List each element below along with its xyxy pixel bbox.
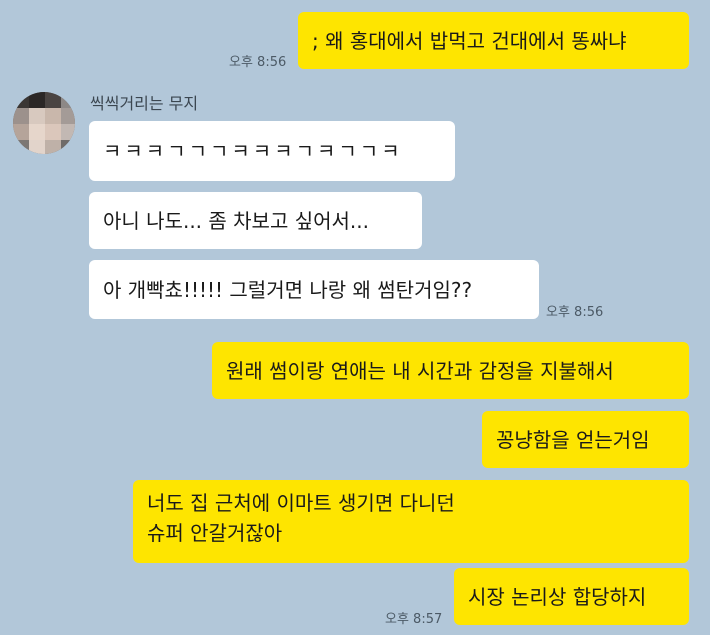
message-text: 아 개빡쵸!!!!! 그럴거면 나랑 왜 썸탄거임?? [103,277,473,302]
message-text: ; 왜 홍대에서 밥먹고 건대에서 똥싸냐 [312,28,627,53]
their-message-bubble[interactable]: 아 개빡쵸!!!!! 그럴거면 나랑 왜 썸탄거임?? [89,260,539,319]
my-message-bubble[interactable]: 원래 썸이랑 연애는 내 시간과 감정을 지불해서 [212,342,689,399]
my-message-bubble[interactable]: ; 왜 홍대에서 밥먹고 건대에서 똥싸냐 [298,12,689,69]
my-message-bubble[interactable]: 시장 논리상 합당하지 [454,568,689,625]
message-timestamp: 오후 8:56 [229,55,287,70]
their-message-bubble[interactable]: ㅋㅋㅋㄱㄱㄱㅋㅋㅋㄱㅋㄱㄱㅋ [89,121,455,181]
message-text: 시장 논리상 합당하지 [468,584,647,609]
message-text: 원래 썸이랑 연애는 내 시간과 감정을 지불해서 [226,358,614,383]
message-timestamp: 오후 8:56 [546,305,604,320]
their-message-bubble[interactable]: 아니 나도... 좀 차보고 싶어서... [89,192,422,249]
message-text: 너도 집 근처에 이마트 생기면 다니던 슈퍼 안갈거잖아 [147,491,455,545]
sender-name: 씩씩거리는 무지 [90,94,199,113]
my-message-bubble[interactable]: 꽁냥함을 얻는거임 [482,411,689,468]
message-text: 아니 나도... 좀 차보고 싶어서... [103,208,369,233]
pixelated-avatar-icon [13,92,75,154]
sender-avatar[interactable] [13,92,75,154]
message-text: 꽁냥함을 얻는거임 [496,427,650,452]
my-message-bubble[interactable]: 너도 집 근처에 이마트 생기면 다니던 슈퍼 안갈거잖아 [133,480,689,563]
message-text: ㅋㅋㅋㄱㄱㄱㅋㅋㅋㄱㅋㄱㄱㅋ [103,139,403,163]
message-timestamp: 오후 8:57 [385,612,443,627]
